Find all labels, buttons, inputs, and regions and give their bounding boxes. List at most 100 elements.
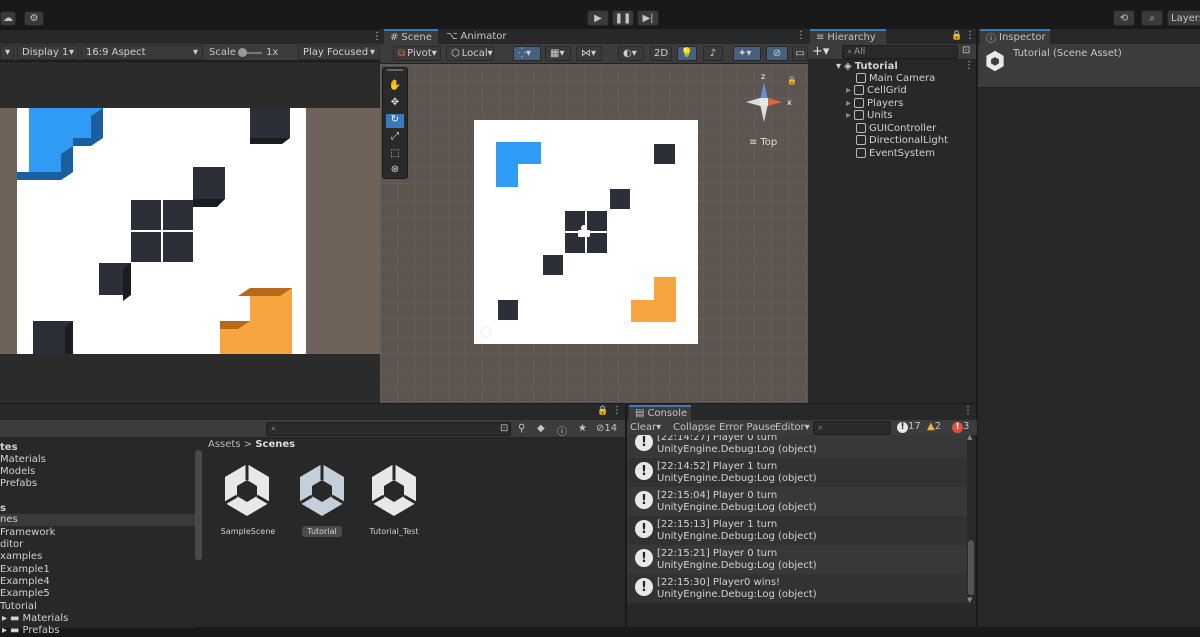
breadcrumb-scenes[interactable]: Scenes xyxy=(255,439,295,450)
gizmo-lock-icon[interactable]: 🔒 xyxy=(787,76,797,85)
hidden-objects-toggle[interactable]: ⊘ xyxy=(766,46,788,61)
hierarchy-item-cellgrid[interactable]: ▸ CellGrid xyxy=(846,84,907,96)
log-entry[interactable]: ! [22:14:52] Player 1 turn UnityEngine.D… xyxy=(627,458,967,487)
scene-more-icon[interactable]: ⋮ xyxy=(796,30,806,41)
clear-button[interactable]: Clear▾ xyxy=(630,422,661,433)
log-entry[interactable]: ! [22:14:27] Player 0 turn UnityEngine.D… xyxy=(627,435,967,458)
hand-tool-icon[interactable]: ✋ xyxy=(386,80,404,94)
console-scrollbar-thumb[interactable] xyxy=(968,540,974,595)
tree-item[interactable]: Example5 xyxy=(0,588,50,600)
grid-snap-button[interactable]: ⁛▾ xyxy=(513,46,541,61)
hierarchy-filter-icon[interactable]: ⊡ xyxy=(962,45,970,56)
hierarchy-scene-row[interactable]: ▾ ◈ Tutorial xyxy=(836,60,898,72)
log-entry[interactable]: ! [22:15:13] Player 1 turn UnityEngine.D… xyxy=(627,516,967,545)
step-button[interactable]: ▶| xyxy=(637,10,659,26)
gizmo-view-label[interactable]: ≡ Top xyxy=(749,137,777,148)
hierarchy-item-main-camera[interactable]: Main Camera xyxy=(856,72,935,84)
hierarchy-more-icon[interactable]: ⋮ xyxy=(965,30,975,41)
console-more-icon[interactable]: ⋮ xyxy=(963,405,973,416)
cloud-icon[interactable]: ☁ xyxy=(0,11,16,26)
tab-scene[interactable]: # Scene xyxy=(384,29,438,44)
draw-mode-button[interactable]: ◐▾ xyxy=(618,46,644,61)
tab-hierarchy[interactable]: ≡ Hierarchy xyxy=(810,29,886,44)
layers-dropdown[interactable]: Layers xyxy=(1167,10,1200,26)
editor-dropdown[interactable]: Editor▾ xyxy=(775,422,810,433)
error-count-toggle[interactable]: ! 3 xyxy=(952,421,969,433)
grid-visibility-button[interactable]: ▦▾ xyxy=(545,46,571,61)
tree-item[interactable]: ditor xyxy=(0,539,23,551)
transform-tool-icon[interactable]: ⊛ xyxy=(386,164,404,178)
tree-scrollbar[interactable] xyxy=(195,450,202,560)
hierarchy-item-directionallight[interactable]: DirectionalLight xyxy=(856,134,948,146)
scroll-down-icon[interactable]: ▼ xyxy=(967,596,972,604)
tree-item[interactable]: Example1 xyxy=(0,564,50,576)
play-mode-dropdown[interactable]: Play Focused ▾ xyxy=(298,45,380,60)
hierarchy-item-guicontroller[interactable]: GUIController xyxy=(856,122,936,134)
scene-viewport[interactable]: ✋ ✥ ↻ ⤢ ⬚ ⊛ z x 🔒 ≡ Top xyxy=(380,64,808,403)
services-icon[interactable]: ⚙ xyxy=(24,11,44,26)
history-icon[interactable]: ⟲ xyxy=(1113,10,1135,26)
tree-item[interactable]: Materials xyxy=(0,454,46,466)
palette-grip[interactable] xyxy=(387,69,403,71)
hierarchy-item-eventsystem[interactable]: EventSystem xyxy=(856,147,935,159)
audio-toggle[interactable]: ♪ xyxy=(703,46,723,61)
tree-item[interactable]: Example4 xyxy=(0,576,50,588)
tree-item[interactable]: Framework xyxy=(0,527,55,539)
search-by-label-icon[interactable]: ⚲ xyxy=(518,423,525,434)
scene-asset-icon-selected[interactable] xyxy=(297,462,347,518)
console-search-input[interactable]: ⌕ xyxy=(813,421,891,435)
project-lock-icon[interactable]: 🔒 xyxy=(597,406,608,416)
log-entry[interactable]: ! [22:15:30] Player0 wins! UnityEngine.D… xyxy=(627,574,967,603)
lighting-toggle[interactable]: 💡 xyxy=(677,46,697,61)
game-dropdown[interactable]: ▾ xyxy=(0,45,14,60)
warning-count-toggle[interactable]: ▲2 xyxy=(927,421,941,432)
hierarchy-lock-icon[interactable]: 🔒 xyxy=(951,31,962,41)
mode-2d-button[interactable]: 2D xyxy=(650,46,672,61)
log-entry[interactable]: ! [22:15:21] Player 0 turn UnityEngine.D… xyxy=(627,545,967,574)
tree-item-selected[interactable]: nes xyxy=(0,514,195,526)
tree-item[interactable]: ▸ ▬ Materials xyxy=(2,613,68,625)
play-button[interactable]: ▶ xyxy=(587,10,609,26)
error-pause-button[interactable]: Error Pause xyxy=(719,422,776,433)
log-entry[interactable]: ! [22:15:04] Player 0 turn UnityEngine.D… xyxy=(627,487,967,516)
scale-tool-icon[interactable]: ⤢ xyxy=(386,131,404,145)
increment-snap-button[interactable]: ⋈▾ xyxy=(576,46,602,61)
collapse-button[interactable]: Collapse xyxy=(673,422,716,433)
project-more-icon[interactable]: ⋮ xyxy=(612,405,622,416)
rect-tool-icon[interactable]: ⬚ xyxy=(386,148,404,162)
project-search-input[interactable]: ⌕ xyxy=(266,422,511,436)
hierarchy-search-input[interactable]: ⌕ All xyxy=(842,45,958,59)
rotate-tool-icon[interactable]: ↻ xyxy=(386,114,404,128)
effects-dropdown[interactable]: ✦▾ xyxy=(733,46,761,61)
tree-item[interactable]: xamples xyxy=(0,551,42,563)
scene-more-icon[interactable]: ⋮ xyxy=(964,60,974,71)
log-count-toggle[interactable]: ! 17 xyxy=(897,421,921,433)
search-by-type-icon[interactable]: ⊡ xyxy=(500,423,508,434)
move-tool-icon[interactable]: ✥ xyxy=(386,97,404,111)
hierarchy-item-units[interactable]: ▸ Units xyxy=(846,109,893,121)
hidden-packages-button[interactable]: ⊘14 xyxy=(596,423,617,434)
search-icon[interactable]: ⌕ xyxy=(1141,10,1163,26)
tree-item[interactable]: Models xyxy=(0,466,35,478)
space-dropdown[interactable]: ⬡ Local ▾ xyxy=(446,46,494,61)
tree-item[interactable]: Tutorial xyxy=(0,601,37,613)
log-filter-icon[interactable]: ⓘ xyxy=(557,423,567,438)
tab-console[interactable]: ▤ Console xyxy=(629,405,691,420)
pause-button[interactable]: ❚❚ xyxy=(612,10,634,26)
create-button[interactable]: +▾ xyxy=(812,44,829,59)
pivot-dropdown[interactable]: ⧉ Pivot ▾ xyxy=(393,46,441,61)
display-dropdown[interactable]: Display 1 ▾ xyxy=(17,45,79,60)
hierarchy-item-players[interactable]: ▸ Players xyxy=(846,97,903,109)
tree-item[interactable]: tes xyxy=(0,442,18,454)
tag-icon[interactable]: ◆ xyxy=(537,423,545,434)
camera-settings-button[interactable]: ▭ xyxy=(792,46,808,61)
tree-item[interactable]: Prefabs xyxy=(0,478,37,490)
scene-asset-icon[interactable] xyxy=(369,462,419,518)
tab-inspector[interactable]: ⓘ Inspector xyxy=(980,29,1050,45)
orientation-gizmo[interactable] xyxy=(740,72,788,134)
scroll-up-icon[interactable]: ▲ xyxy=(967,433,972,441)
scene-asset-icon[interactable] xyxy=(222,462,272,518)
aspect-dropdown[interactable]: 16:9 Aspect ▾ xyxy=(81,45,203,60)
breadcrumb-assets[interactable]: Assets xyxy=(208,439,241,450)
tab-animator[interactable]: ⌥ Animator xyxy=(440,29,507,44)
